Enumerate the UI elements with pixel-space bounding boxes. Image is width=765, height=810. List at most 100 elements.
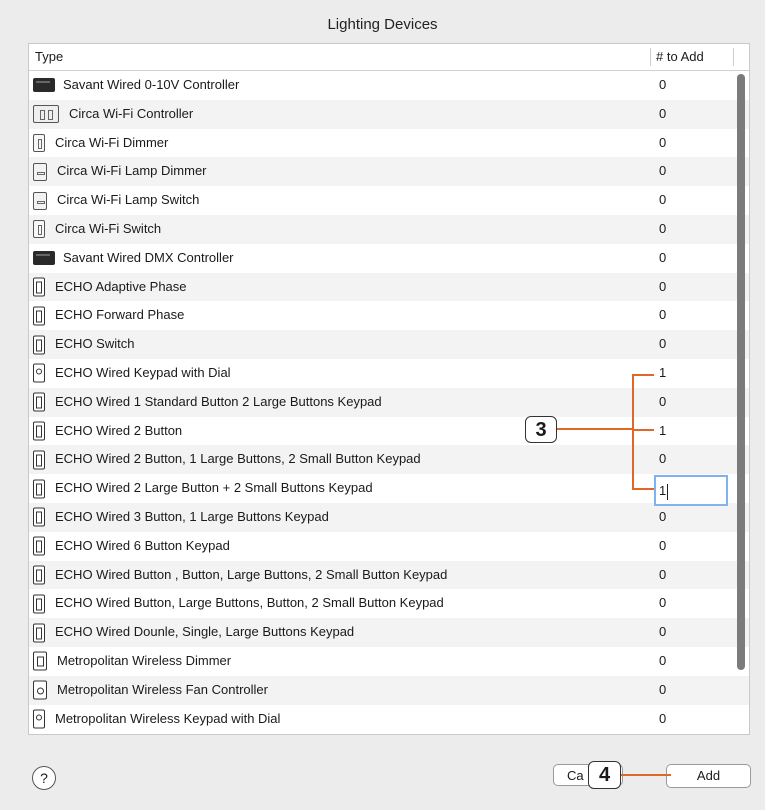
device-type-label: Metropolitan Wireless Fan Controller [57,681,268,697]
dial-keypad-icon [33,709,45,729]
device-count[interactable]: 0 [659,388,666,417]
keypad-icon [33,335,45,355]
device-count[interactable]: 0 [659,215,666,244]
keypad-icon [33,479,45,499]
device-count[interactable]: 1 [659,417,666,446]
device-type-label: ECHO Wired Button , Button, Large Button… [55,566,448,582]
table-row[interactable]: Circa Wi-Fi Switch 0 [29,214,749,244]
dialog-title: Lighting Devices [327,16,438,33]
table-row[interactable]: ECHO Wired 6 Button Keypad 0 [29,532,749,561]
device-type-label: ECHO Switch [55,336,135,352]
switch-icon [33,220,45,239]
device-count[interactable]: 0 [659,503,666,532]
device-count[interactable]: 0 [659,705,666,734]
count-edit-field[interactable]: 1 [654,475,728,506]
device-count[interactable]: 0 [659,129,666,158]
device-count[interactable]: 0 [659,676,666,705]
table-row[interactable]: Circa Wi-Fi Controller 0 [29,99,749,129]
device-type-label: Circa Wi-Fi Lamp Switch [57,192,200,208]
callout-4-connector [621,774,671,776]
column-divider[interactable] [733,48,734,66]
table-row[interactable]: ECHO Wired 1 Standard Button 2 Large But… [29,387,749,417]
device-count[interactable]: 0 [659,71,666,100]
device-type-label: ECHO Adaptive Phase [55,278,187,294]
controller-icon [33,251,55,266]
keypad-icon [33,507,45,527]
dial-keypad-icon [33,363,45,383]
device-type-label: Metropolitan Wireless Keypad with Dial [55,710,281,726]
keypad-icon [33,565,45,585]
device-count[interactable]: 0 [659,100,666,129]
callout-3-tick-middle [632,429,654,431]
device-type-label: ECHO Wired Button, Large Buttons, Button… [55,595,444,611]
column-header-type[interactable]: Type [35,44,63,70]
keypad-icon [33,536,45,556]
table-row[interactable]: ECHO Wired 2 Button, 1 Large Buttons, 2 … [29,445,749,475]
table-row[interactable]: ECHO Wired Button, Large Buttons, Button… [29,589,749,618]
device-count[interactable]: 0 [659,561,666,590]
device-count[interactable]: 0 [659,244,666,273]
device-type-label: ECHO Wired 1 Standard Button 2 Large But… [55,393,382,409]
table-row[interactable]: ECHO Adaptive Phase 0 [29,272,749,302]
device-type-label: ECHO Wired 2 Button [55,422,183,438]
add-button[interactable]: Add [666,764,751,788]
callout-3-tick-bottom [632,488,654,490]
table-row[interactable]: Metropolitan Wireless Fan Controller 0 [29,675,749,705]
keypad-icon [33,623,45,643]
table-row[interactable]: Metropolitan Wireless Dimmer 0 [29,647,749,676]
table-header: Type # to Add [29,44,749,71]
lamp-switch-icon [33,191,47,210]
keypad-icon [33,594,45,614]
device-count[interactable]: 0 [659,273,666,302]
device-count[interactable]: 0 [659,445,666,474]
column-divider[interactable] [650,48,651,66]
metro-dimmer-icon [33,651,47,671]
table-row[interactable]: Savant Wired 0-10V Controller 0 [29,71,749,100]
device-count[interactable]: 0 [659,186,666,215]
device-type-label: ECHO Forward Phase [55,307,185,323]
device-count[interactable]: 0 [659,589,666,618]
keypad-icon [33,392,45,412]
help-button[interactable]: ? [32,766,56,790]
table-row[interactable]: ECHO Forward Phase 0 [29,301,749,330]
table-row[interactable]: Savant Wired DMX Controller 0 [29,244,749,273]
device-count[interactable]: 0 [659,532,666,561]
vertical-scrollbar[interactable] [737,74,745,670]
table-body: Savant Wired 0-10V Controller 0 Circa Wi-F… [29,71,749,733]
table-row[interactable]: ECHO Wired Button , Button, Large Button… [29,560,749,590]
device-type-label: ECHO Wired 2 Button, 1 Large Buttons, 2 … [55,451,421,467]
fan-controller-icon [33,680,47,700]
device-type-label: Circa Wi-Fi Controller [69,105,194,121]
callout-3-connector [557,428,633,430]
keypad-icon [33,306,45,326]
device-type-label: ECHO Wired 3 Button, 1 Large Buttons Key… [55,508,329,524]
table-row[interactable]: Circa Wi-Fi Dimmer 0 [29,129,749,158]
column-header-count[interactable]: # to Add [656,44,704,70]
device-count[interactable]: 1 [659,359,666,388]
device-count[interactable]: 0 [659,157,666,186]
table-row[interactable]: Metropolitan Wireless Keypad with Dial 0 [29,705,749,734]
device-type-label: Metropolitan Wireless Dimmer [57,652,232,668]
device-type-label: ECHO Wired 2 Large Button + 2 Small Butt… [55,480,373,496]
callout-3-badge: 3 [525,416,557,443]
device-type-label: ECHO Wired Keypad with Dial [55,364,231,380]
keypad-icon [33,421,45,441]
table-row[interactable]: Circa Wi-Fi Lamp Dimmer 0 [29,157,749,187]
table-row[interactable]: ECHO Wired Dounle, Single, Large Buttons… [29,618,749,647]
controller-icon [33,78,55,93]
device-type-label: Savant Wired 0-10V Controller [63,77,240,92]
device-count[interactable]: 0 [659,618,666,647]
device-type-label: Circa Wi-Fi Switch [55,220,162,236]
table-row[interactable]: ECHO Wired 3 Button, 1 Large Buttons Key… [29,502,749,532]
device-type-label: Circa Wi-Fi Lamp Dimmer [57,163,207,179]
device-count[interactable]: 0 [659,330,666,359]
text-caret [667,483,669,500]
device-count[interactable]: 0 [659,301,666,330]
count-edit-value: 1 [659,483,667,498]
keypad-icon [33,277,45,297]
callout-3-tick-top [632,374,654,376]
device-type-label: ECHO Wired 6 Button Keypad [55,537,230,553]
device-count[interactable]: 0 [659,647,666,676]
table-row[interactable]: Circa Wi-Fi Lamp Switch 0 [29,186,749,215]
table-row[interactable]: ECHO Switch 0 [29,330,749,359]
